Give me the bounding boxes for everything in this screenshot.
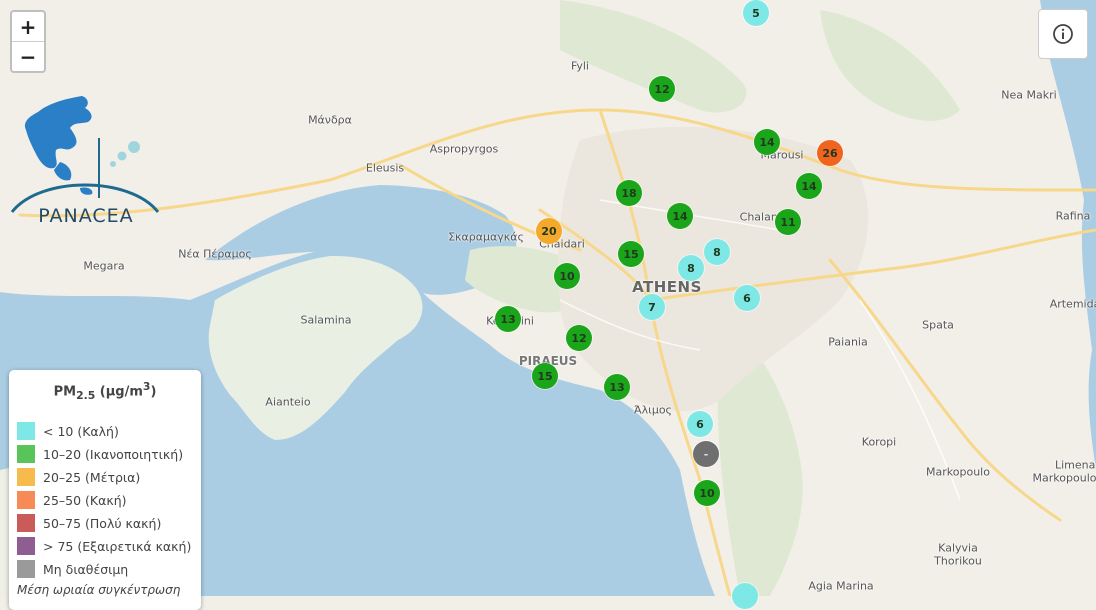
station-marker[interactable]: 6 bbox=[687, 411, 713, 437]
legend-item: < 10 (Καλή) bbox=[9, 420, 201, 443]
zoom-out-button[interactable]: − bbox=[12, 42, 44, 71]
legend-item: 10–20 (Ικανοποιητική) bbox=[9, 443, 201, 466]
legend-label: > 75 (Εξαιρετικά κακή) bbox=[43, 538, 192, 554]
legend-label: < 10 (Καλή) bbox=[43, 423, 119, 439]
station-marker[interactable]: 14 bbox=[796, 173, 822, 199]
place-label: Thorikou bbox=[934, 554, 982, 568]
station-marker[interactable]: 11 bbox=[775, 209, 801, 235]
legend-swatch bbox=[17, 422, 35, 441]
place-label: Artemida bbox=[1049, 297, 1096, 311]
legend-item: 20–25 (Μέτρια) bbox=[9, 466, 201, 489]
station-marker[interactable]: 15 bbox=[532, 363, 558, 389]
station-marker[interactable]: - bbox=[693, 441, 719, 467]
info-icon bbox=[1053, 24, 1073, 44]
place-label: Άλιμος bbox=[633, 403, 673, 417]
panacea-logo: PANACEA bbox=[10, 92, 162, 227]
station-marker[interactable] bbox=[732, 583, 758, 609]
station-marker[interactable]: 14 bbox=[667, 203, 693, 229]
station-marker[interactable]: 26 bbox=[817, 140, 843, 166]
place-label: Kalyvia bbox=[938, 541, 978, 555]
legend-label: Μη διαθέσιμη bbox=[43, 561, 129, 577]
station-marker[interactable]: 7 bbox=[639, 294, 665, 320]
place-label: Agia Marina bbox=[808, 579, 874, 593]
place-label: Aianteio bbox=[265, 395, 311, 409]
place-label: Markopoulou bbox=[1032, 471, 1096, 485]
legend-label: 50–75 (Πολύ κακή) bbox=[43, 515, 162, 531]
legend-label: 10–20 (Ικανοποιητική) bbox=[43, 446, 184, 462]
place-label: Νέα Πέραμος bbox=[178, 247, 252, 261]
station-marker[interactable]: 15 bbox=[618, 241, 644, 267]
station-marker[interactable]: 6 bbox=[734, 285, 760, 311]
place-label: Fyli bbox=[571, 59, 589, 73]
legend-item: 25–50 (Κακή) bbox=[9, 489, 201, 512]
legend-item: Μη διαθέσιμη bbox=[9, 558, 201, 581]
legend-swatch bbox=[17, 491, 35, 510]
legend-swatch bbox=[17, 468, 35, 487]
station-marker[interactable]: 5 bbox=[743, 0, 769, 26]
info-button[interactable] bbox=[1038, 9, 1088, 59]
legend-swatch bbox=[17, 514, 35, 533]
station-marker[interactable]: 12 bbox=[566, 325, 592, 351]
station-marker[interactable]: 10 bbox=[554, 263, 580, 289]
legend-swatch bbox=[17, 560, 35, 579]
legend-label: 25–50 (Κακή) bbox=[43, 492, 127, 508]
place-label: Megara bbox=[83, 259, 125, 273]
logo-text: PANACEA bbox=[38, 205, 133, 226]
place-label: Spata bbox=[922, 318, 954, 332]
place-label: Paiania bbox=[828, 335, 868, 349]
greece-map-icon: PANACEA bbox=[10, 96, 160, 227]
station-marker[interactable]: 8 bbox=[704, 239, 730, 265]
station-marker[interactable]: 13 bbox=[495, 306, 521, 332]
station-marker[interactable]: 18 bbox=[616, 180, 642, 206]
legend-panel: PM2.5 (μg/m3) < 10 (Καλή) 10–20 (Ικανοποι… bbox=[9, 370, 201, 610]
legend-swatch bbox=[17, 537, 35, 556]
station-marker[interactable]: 13 bbox=[604, 374, 630, 400]
place-label: Nea Makri bbox=[1001, 88, 1057, 102]
legend-label: 20–25 (Μέτρια) bbox=[43, 469, 141, 485]
zoom-control: + − bbox=[10, 10, 46, 73]
place-label: Eleusis bbox=[365, 161, 405, 175]
place-label: Aspropyrgos bbox=[429, 142, 499, 156]
legend-title: PM2.5 (μg/m3) bbox=[53, 380, 157, 402]
place-label: Koropi bbox=[861, 435, 897, 449]
station-marker[interactable]: 8 bbox=[678, 255, 704, 281]
place-label: Σκαραμαγκάς bbox=[448, 230, 524, 244]
place-label: Limenas bbox=[1054, 458, 1096, 472]
place-label: Salamina bbox=[300, 313, 352, 327]
station-marker[interactable]: 14 bbox=[754, 129, 780, 155]
legend-note: Μέση ωριαία συγκέντρωση bbox=[17, 582, 181, 597]
zoom-in-button[interactable]: + bbox=[12, 12, 44, 42]
place-label: Μάνδρα bbox=[308, 113, 352, 127]
station-marker[interactable]: 12 bbox=[649, 76, 675, 102]
legend-item: 50–75 (Πολύ κακή) bbox=[9, 512, 201, 535]
legend-items: < 10 (Καλή) 10–20 (Ικανοποιητική) 20–25 (Μ… bbox=[9, 420, 201, 581]
legend-swatch bbox=[17, 445, 35, 464]
place-label: Markopoulo bbox=[926, 465, 990, 479]
station-marker[interactable]: 10 bbox=[694, 480, 720, 506]
legend-item: > 75 (Εξαιρετικά κακή) bbox=[9, 535, 201, 558]
station-marker[interactable]: 20 bbox=[536, 218, 562, 244]
place-label: Rafina bbox=[1055, 209, 1091, 223]
